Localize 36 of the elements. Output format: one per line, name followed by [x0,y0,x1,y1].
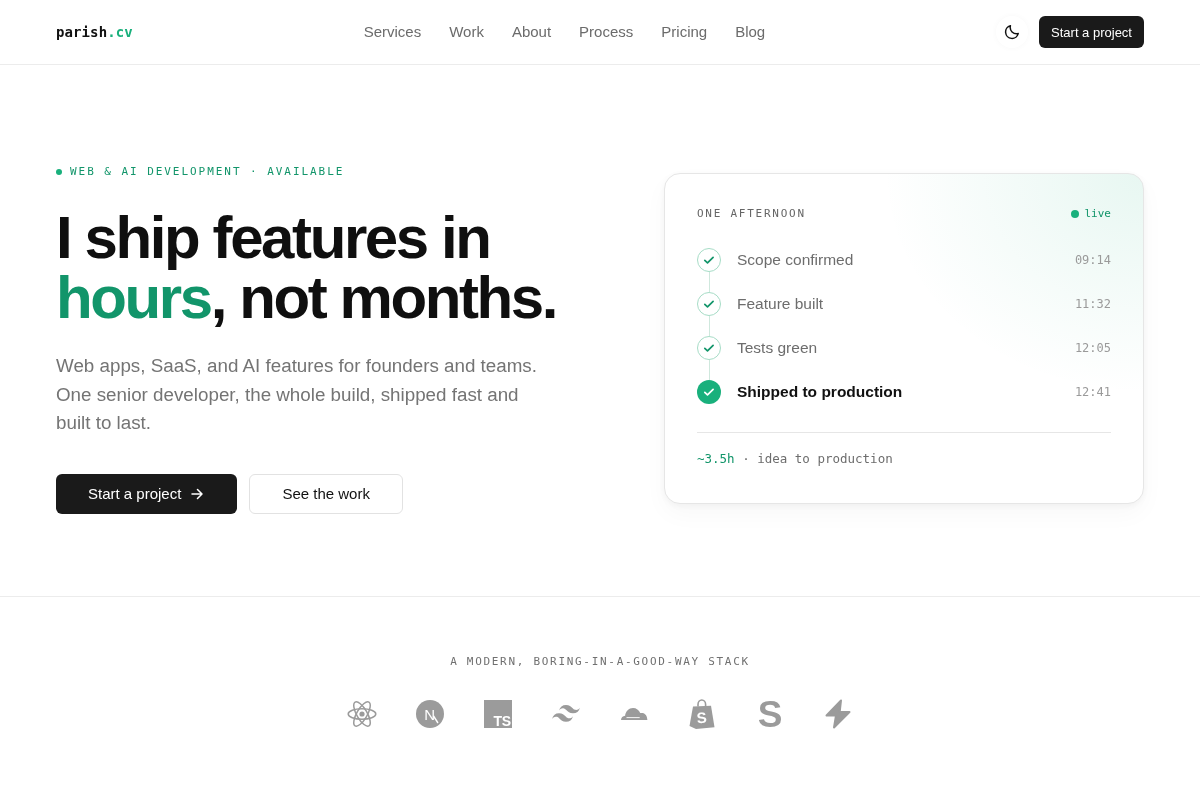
step-label: Scope confirmed [737,250,855,271]
status-text: live [1084,207,1111,222]
nav-link[interactable]: Work [449,22,484,42]
nav-link[interactable]: Services [363,22,422,42]
step-time: 11:32 [1074,296,1111,314]
summary-text: ~3.5h · idea to production [697,452,893,467]
nav-link[interactable]: About [511,22,552,42]
status-dot-icon [1070,210,1079,219]
nav-link[interactable]: Process [579,22,634,42]
step-time: 12:05 [1074,340,1111,358]
step-time: 09:14 [1074,252,1111,270]
nav-link[interactable]: Blog [735,22,766,42]
letter-s-icon: S [759,699,781,728]
hero-headline: I ship features in hours, not months. [56,208,558,328]
start-project-button[interactable]: Start a project [56,473,238,514]
see-work-button[interactable]: See the work [249,473,403,514]
site-logo[interactable]: parish.cv [56,24,133,40]
moon-icon [1004,24,1021,40]
arrow-right-icon [191,487,204,500]
step-time: 12:41 [1074,384,1111,402]
stack-heading: A MODERN, BORING-IN-A-GOOD-WAY STACK [450,654,750,669]
letter-circle-icon: N [416,699,444,728]
atom-icon [347,699,377,728]
card-title: ONE AFTERNOON [697,207,806,222]
eyebrow-text: WEB & AI DEVELOPMENT · AVAILABLE [70,164,345,180]
lightning-icon [824,698,852,729]
start-project-button[interactable]: Start a project [1039,16,1144,48]
waves-icon [552,705,580,722]
nav-link[interactable]: Pricing [661,22,708,42]
ts-tile-icon: TS [484,699,512,728]
hero-description: Web apps, SaaS, and AI features for founders and teams. One senior developer, the whole build, shipped fast and built to last. [56,354,538,435]
step-label: Shipped to production [737,382,904,403]
status-dot-icon [56,169,62,175]
step-label: Feature built [737,294,825,315]
step-label: Tests green [737,338,819,359]
cloud-icon [620,707,648,720]
